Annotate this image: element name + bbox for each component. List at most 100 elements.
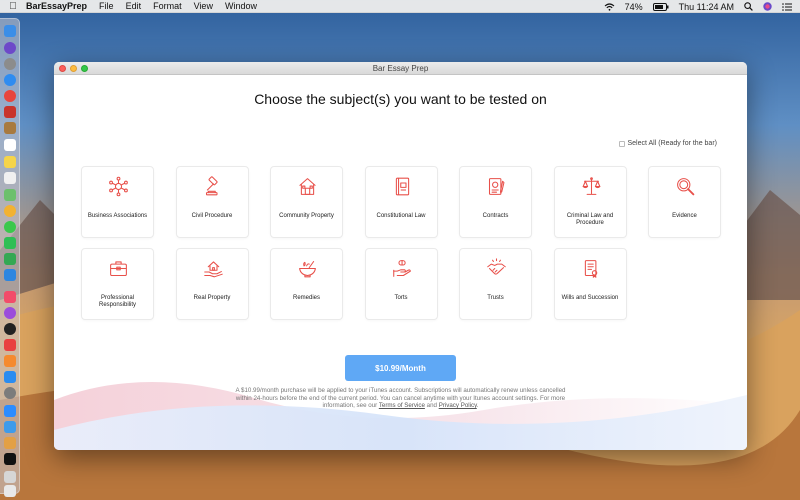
wifi-icon[interactable] <box>604 2 615 11</box>
hand-pill-icon <box>392 260 411 277</box>
news-icon[interactable] <box>4 339 16 351</box>
privacy-policy-link[interactable]: Privacy Policy <box>439 402 477 409</box>
gavel-icon <box>205 176 218 196</box>
battery-percent: 74% <box>624 1 643 12</box>
window-controls <box>59 65 88 72</box>
subject-card-constitutional-law[interactable]: Constitutional Law <box>364 166 438 238</box>
finder-icon[interactable] <box>4 25 16 37</box>
menu-file[interactable]: File <box>99 1 114 11</box>
photo-booth-icon[interactable] <box>4 106 16 118</box>
keynote-icon[interactable] <box>4 269 16 281</box>
notes-icon[interactable] <box>4 156 16 168</box>
terms-of-service-link[interactable]: Terms of Service <box>379 402 425 409</box>
window-titlebar[interactable]: Bar Essay Prep <box>54 62 747 75</box>
menu-edit[interactable]: Edit <box>126 1 142 11</box>
subject-card-criminal-law[interactable]: Criminal Law and Procedure <box>553 166 627 238</box>
xcode-icon[interactable] <box>4 421 16 433</box>
trash-icon[interactable] <box>4 485 16 497</box>
contract-icon <box>488 178 505 195</box>
select-all-option[interactable]: Select All (Ready for the bar) <box>618 140 718 147</box>
disclaimer-and: and <box>426 402 437 409</box>
handshake-icon <box>487 258 506 275</box>
subject-card-community-property[interactable]: Community Property <box>270 166 343 238</box>
disclaimer-period: . <box>476 402 479 409</box>
decorative-waves <box>54 381 747 450</box>
subject-card-real-property[interactable]: Real Property <box>175 248 249 320</box>
subject-label: Professional Responsibility <box>98 295 137 308</box>
dock <box>0 18 20 497</box>
house-icon <box>299 178 316 195</box>
subject-label: Wills and Succession <box>561 295 619 301</box>
page-title: Choose the subject(s) you want to be tes… <box>254 91 547 107</box>
chrome-icon[interactable] <box>4 90 16 102</box>
podcasts-icon[interactable] <box>4 307 16 319</box>
safari-icon[interactable] <box>4 74 16 86</box>
subject-card-business-associations[interactable]: Business Associations <box>81 166 154 238</box>
subject-card-evidence[interactable]: Evidence <box>648 166 721 238</box>
subject-label: Remedies <box>292 295 320 301</box>
menu-view[interactable]: View <box>194 1 213 11</box>
menu-bar:  BarEssayPrep File Edit Format View Win… <box>0 0 800 13</box>
books-icon[interactable] <box>4 355 16 367</box>
launchpad-icon[interactable] <box>4 58 16 70</box>
numbers-icon[interactable] <box>4 253 16 265</box>
zoom-icon[interactable] <box>4 405 16 417</box>
maps-icon[interactable] <box>4 189 16 201</box>
messages-icon[interactable] <box>4 221 16 233</box>
will-document-icon <box>584 260 597 278</box>
subject-grid: Business Associations Civil Procedure Co… <box>81 166 721 320</box>
preview-icon[interactable] <box>4 437 16 449</box>
subscription-disclaimer: A $10.99/month purchase will be applied … <box>234 387 567 410</box>
system-preferences-icon[interactable] <box>4 387 16 399</box>
subject-label: Evidence <box>672 213 697 219</box>
subject-card-torts[interactable]: Torts <box>364 248 438 320</box>
photos-icon[interactable] <box>4 205 16 217</box>
subject-label: Trusts <box>487 295 504 301</box>
app-store-icon[interactable] <box>4 371 16 383</box>
facetime-icon[interactable] <box>4 237 16 249</box>
briefcase-icon <box>110 261 127 277</box>
subject-label: Real Property <box>193 295 231 301</box>
music-icon[interactable] <box>4 291 16 303</box>
terminal-icon[interactable] <box>4 453 16 465</box>
subject-label: Community Property <box>279 213 334 219</box>
subject-card-trusts[interactable]: Trusts <box>459 248 532 320</box>
subject-label: Criminal Law and Procedure <box>566 213 614 226</box>
spotlight-search-icon[interactable] <box>744 2 753 11</box>
menu-app-name[interactable]: BarEssayPrep <box>26 1 87 11</box>
reminders-icon[interactable] <box>4 172 16 184</box>
subscribe-button[interactable]: $10.99/Month <box>345 355 456 381</box>
network-icon <box>109 176 128 197</box>
subject-card-wills-and-succession[interactable]: Wills and Succession <box>553 248 627 320</box>
subject-card-professional-responsibility[interactable]: Professional Responsibility <box>81 248 154 320</box>
calendar-icon[interactable] <box>4 139 16 151</box>
menu-window[interactable]: Window <box>225 1 257 11</box>
minimize-window-icon[interactable] <box>70 65 77 72</box>
subject-label: Civil Procedure <box>191 213 233 219</box>
window-content: Choose the subject(s) you want to be tes… <box>54 75 747 450</box>
subject-label: Constitutional Law <box>376 213 426 219</box>
window-title: Bar Essay Prep <box>372 64 429 73</box>
apple-menu-icon[interactable]:  <box>0 1 26 12</box>
magnifier-icon <box>677 178 695 196</box>
notification-center-icon[interactable] <box>782 2 792 11</box>
close-window-icon[interactable] <box>59 65 66 72</box>
select-all-label[interactable]: Select All (Ready for the bar) <box>628 140 718 147</box>
subject-card-contracts[interactable]: Contracts <box>459 166 532 238</box>
clock[interactable]: Thu 11:24 AM <box>679 2 734 12</box>
battery-icon[interactable] <box>652 2 669 11</box>
subject-card-civil-procedure[interactable]: Civil Procedure <box>175 166 249 238</box>
fullscreen-window-icon[interactable] <box>81 65 88 72</box>
downloads-folder-icon[interactable] <box>4 471 16 483</box>
siri-icon[interactable] <box>763 2 772 11</box>
book-icon <box>395 177 409 196</box>
select-all-checkbox[interactable] <box>618 140 625 147</box>
menu-format[interactable]: Format <box>153 1 182 11</box>
notes-app-icon[interactable] <box>4 122 16 134</box>
property-hand-icon <box>203 261 223 278</box>
subject-card-remedies[interactable]: Remedies <box>270 248 343 320</box>
siri-dock-icon[interactable] <box>4 42 16 54</box>
subject-label: Torts <box>394 295 408 301</box>
scales-icon <box>582 177 600 195</box>
tv-icon[interactable] <box>4 323 16 335</box>
